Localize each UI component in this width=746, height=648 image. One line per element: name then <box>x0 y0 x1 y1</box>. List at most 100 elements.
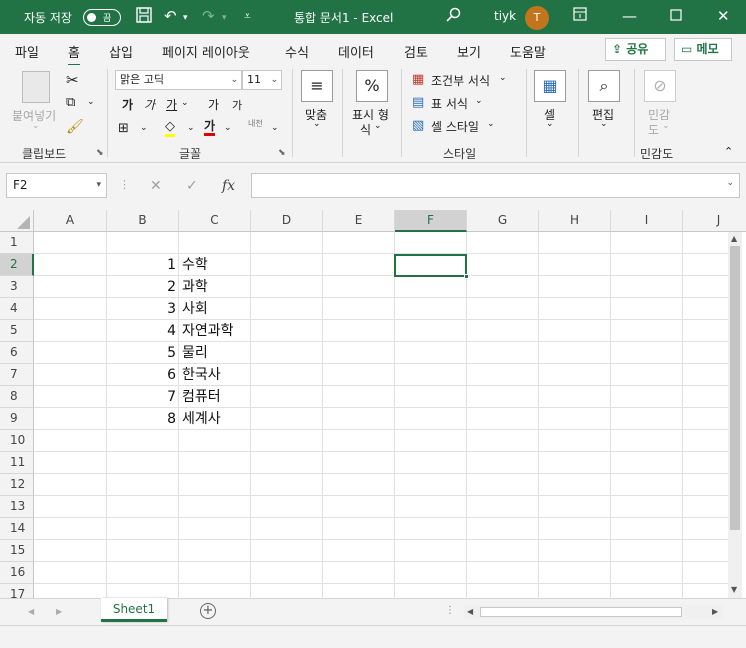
fill-color-dropdown-icon[interactable]: ⌄ <box>187 123 195 133</box>
clipboard-launcher-icon[interactable]: ⬊ <box>96 148 104 158</box>
redo-icon[interactable]: ↷ <box>202 7 215 25</box>
sensitivity-dropdown-icon[interactable]: ⌄ <box>662 121 670 131</box>
cell-c4[interactable]: 사회 <box>179 298 208 320</box>
row-header-11[interactable]: 11 <box>0 452 34 474</box>
row-header-12[interactable]: 12 <box>0 474 34 496</box>
tab-insert[interactable]: 삽입 <box>109 42 133 61</box>
fill-handle[interactable] <box>464 274 469 279</box>
undo-dropdown-icon[interactable]: ▾ <box>183 9 188 27</box>
tab-page-layout[interactable]: 페이지 레이아웃 <box>162 42 250 61</box>
cell-b7[interactable]: 6 <box>107 364 179 386</box>
cell-styles-icon[interactable]: ▧ <box>412 118 424 133</box>
editing-search-icon[interactable]: ⌕ <box>588 70 620 102</box>
tab-review[interactable]: 검토 <box>404 42 428 61</box>
tab-file[interactable]: 파일 <box>15 42 39 61</box>
vertical-scroll-thumb[interactable] <box>730 246 740 530</box>
cell-c5[interactable]: 자연과학 <box>179 320 234 342</box>
close-icon[interactable]: ✕ <box>717 7 730 25</box>
cell-c9[interactable]: 세계사 <box>179 408 221 430</box>
save-icon[interactable] <box>136 7 152 27</box>
cell-c6[interactable]: 물리 <box>179 342 208 364</box>
customize-toolbar-icon[interactable]: ⩡ <box>244 7 251 25</box>
bold-button[interactable]: 가 <box>122 96 133 113</box>
underline-button[interactable]: 가 <box>166 96 177 113</box>
column-header-b[interactable]: B <box>107 210 179 232</box>
minimize-icon[interactable]: — <box>622 7 637 25</box>
font-color-dropdown-icon[interactable]: ⌄ <box>224 123 232 133</box>
name-box[interactable]: F2 ▾ <box>6 173 107 198</box>
column-header-h[interactable]: H <box>539 210 611 232</box>
tab-help[interactable]: 도움말 <box>510 42 546 61</box>
number-dropdown-icon[interactable]: ⌄ <box>374 121 382 131</box>
tab-formulas[interactable]: 수식 <box>285 42 309 61</box>
expand-formula-icon[interactable]: ⌄ <box>726 178 734 188</box>
row-header-10[interactable]: 10 <box>0 430 34 452</box>
paste-dropdown-icon[interactable]: ⌄ <box>32 121 40 131</box>
format-as-table-button[interactable]: 표 서식 <box>431 95 468 112</box>
copy-icon[interactable]: ⧉ <box>66 95 75 110</box>
active-cell[interactable] <box>394 254 469 279</box>
autosave-toggle[interactable]: 끔 <box>83 9 121 26</box>
column-header-j[interactable]: J <box>683 210 746 232</box>
borders-dropdown-icon[interactable]: ⌄ <box>140 123 148 133</box>
borders-icon[interactable]: ⊞ <box>118 121 129 136</box>
chevron-down-icon[interactable]: ⌄ <box>487 119 495 129</box>
column-header-c[interactable]: C <box>179 210 251 232</box>
font-launcher-icon[interactable]: ⬊ <box>278 148 286 158</box>
column-header-g[interactable]: G <box>467 210 539 232</box>
scroll-down-icon[interactable]: ▼ <box>731 585 737 594</box>
worksheet-grid[interactable]: ABCDEFGHIJ 1 2 3 4 5 6 7 8 9 10 11 12 13 14 15 16 17 1 수학… <box>0 210 746 598</box>
row-header-5[interactable]: 5 <box>0 320 34 342</box>
cell-styles-button[interactable]: 셀 스타일 <box>431 118 479 135</box>
collapse-ribbon-icon[interactable]: ⌃ <box>724 145 733 158</box>
column-header-a[interactable]: A <box>34 210 107 232</box>
column-header-f[interactable]: F <box>395 210 467 232</box>
cell-b5[interactable]: 4 <box>107 320 179 342</box>
row-header-4[interactable]: 4 <box>0 298 34 320</box>
sensitivity-icon[interactable]: ⊘ <box>644 70 676 102</box>
tab-home[interactable]: 홈 <box>68 42 80 67</box>
horizontal-scroll-thumb[interactable] <box>480 607 682 617</box>
comments-button[interactable]: ▭ 메모 <box>674 38 732 61</box>
cell-b2[interactable]: 1 <box>107 254 179 276</box>
font-name-select[interactable]: 맑은 고딕 ⌄ <box>115 70 242 90</box>
percent-icon[interactable]: % <box>356 70 388 102</box>
vertical-scrollbar[interactable]: ▲ ▼ <box>728 232 742 598</box>
share-button[interactable]: ⇪ 공유 <box>605 38 666 61</box>
add-sheet-button[interactable]: + <box>200 603 216 619</box>
column-header-i[interactable]: I <box>611 210 683 232</box>
cut-icon[interactable]: ✂ <box>66 71 79 89</box>
cells-dropdown-icon[interactable]: ⌄ <box>546 119 554 129</box>
copy-dropdown-icon[interactable]: ⌄ <box>87 97 95 107</box>
italic-button[interactable]: 가 <box>144 96 155 113</box>
cells-icon[interactable]: ▦ <box>534 70 566 102</box>
row-header-1[interactable]: 1 <box>0 232 34 254</box>
search-icon[interactable] <box>445 7 461 27</box>
alignment-dropdown-icon[interactable]: ⌄ <box>313 119 321 129</box>
cancel-icon[interactable]: ✕ <box>150 178 162 194</box>
avatar[interactable]: T <box>525 6 549 30</box>
cell-c8[interactable]: 컴퓨터 <box>179 386 221 408</box>
cell-c3[interactable]: 과학 <box>179 276 208 298</box>
enter-icon[interactable]: ✓ <box>186 178 198 194</box>
scroll-up-icon[interactable]: ▲ <box>731 234 737 243</box>
row-header-6[interactable]: 6 <box>0 342 34 364</box>
tab-split-handle[interactable]: ⋮ <box>445 605 455 616</box>
font-color-button[interactable]: 가 <box>204 119 216 136</box>
cell-b3[interactable]: 2 <box>107 276 179 298</box>
cell-b9[interactable]: 8 <box>107 408 179 430</box>
cell-b4[interactable]: 3 <box>107 298 179 320</box>
font-size-select[interactable]: 11 ⌄ <box>242 70 282 90</box>
column-header-d[interactable]: D <box>251 210 323 232</box>
shrink-font-button[interactable]: 가 <box>232 97 242 113</box>
cell-c2[interactable]: 수학 <box>179 254 208 276</box>
scroll-sheets-right-icon[interactable]: ▶ <box>56 607 62 616</box>
row-header-9[interactable]: 9 <box>0 408 34 430</box>
horizontal-scrollbar[interactable]: ◀ ▶ <box>464 605 723 619</box>
editing-dropdown-icon[interactable]: ⌄ <box>600 119 608 129</box>
row-header-14[interactable]: 14 <box>0 518 34 540</box>
underline-dropdown-icon[interactable]: ⌄ <box>181 98 189 108</box>
row-header-17[interactable]: 17 <box>0 584 34 598</box>
cell-c7[interactable]: 한국사 <box>179 364 221 386</box>
undo-icon[interactable]: ↶ <box>164 7 177 25</box>
